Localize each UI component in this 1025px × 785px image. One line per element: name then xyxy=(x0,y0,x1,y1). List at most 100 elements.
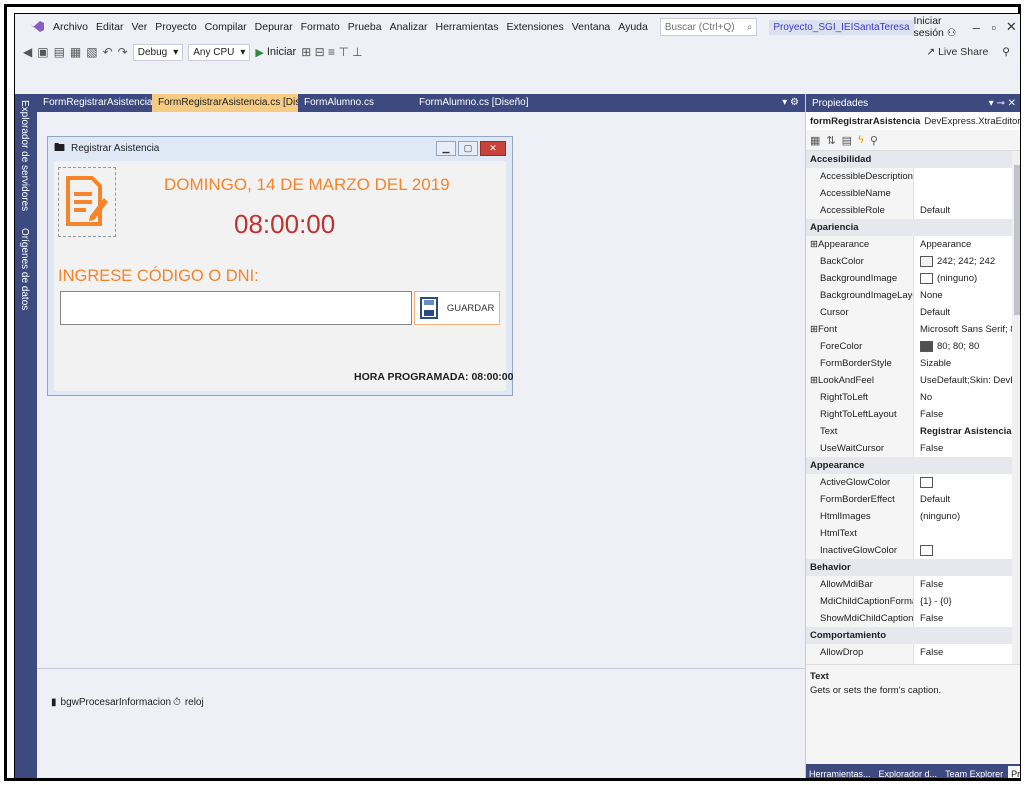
property-value[interactable]: 80; 80; 80 xyxy=(914,341,1020,352)
property-category[interactable]: Comportamiento xyxy=(806,627,1020,644)
property-value[interactable]: 242; 242; 242 xyxy=(914,256,1020,267)
property-value[interactable]: False xyxy=(914,409,1020,420)
property-row[interactable]: FormBorderStyle Sizable xyxy=(806,355,1020,372)
tab-form-registrar-cs[interactable]: FormRegistrarAsistencia.cs xyxy=(37,94,152,112)
menu-compilar[interactable]: Compilar xyxy=(205,21,247,33)
property-value[interactable]: Default xyxy=(914,494,1020,505)
property-value[interactable]: Default xyxy=(914,205,1020,216)
liveshare-button[interactable]: ↗ Live Share xyxy=(926,46,988,58)
save-button[interactable]: GUARDAR xyxy=(414,291,500,325)
designed-form[interactable]: 🖿 Registrar Asistencia ▁ ▢ ✕ DOMINGO, 14… xyxy=(47,136,513,396)
menu-extensiones[interactable]: Extensiones xyxy=(507,21,564,33)
component-bgw[interactable]: ▮ bgwProcesarInformacion xyxy=(51,697,171,708)
property-value[interactable]: False xyxy=(914,443,1020,454)
property-pages-icon[interactable]: ⚲ xyxy=(870,134,878,147)
panel-controls-icon[interactable]: ▾ ⊸ ✕ xyxy=(989,98,1016,109)
feedback-icon[interactable]: ⚲ xyxy=(1002,46,1010,58)
server-explorer-tab[interactable]: Explorador de servidores xyxy=(19,100,30,211)
save-icon[interactable]: ▦ xyxy=(70,45,81,59)
property-row[interactable]: ⊞ Font Microsoft Sans Serif; 8,25pt xyxy=(806,321,1020,338)
property-value[interactable]: None xyxy=(914,290,1020,301)
property-value[interactable]: (ninguno) xyxy=(914,273,1020,284)
property-value[interactable]: Microsoft Sans Serif; 8,25pt xyxy=(914,324,1020,335)
save-all-icon[interactable]: ▧ xyxy=(86,45,97,59)
expand-icon[interactable]: ⊞ xyxy=(810,375,818,386)
menu-editar[interactable]: Editar xyxy=(96,21,123,33)
property-category[interactable]: Apariencia xyxy=(806,219,1020,236)
minimize-button[interactable]: – xyxy=(968,20,986,35)
property-value[interactable]: Appearance xyxy=(914,239,1020,250)
new-project-icon[interactable]: ▣ xyxy=(37,45,48,59)
property-row[interactable]: AutoValidateEnablePreventFocusChange xyxy=(806,661,1020,664)
property-row[interactable]: InactiveGlowColor xyxy=(806,542,1020,559)
close-button[interactable]: ✕ xyxy=(1003,19,1020,35)
menu-herramientas[interactable]: Herramientas xyxy=(436,21,499,33)
menu-prueba[interactable]: Prueba xyxy=(348,21,382,33)
categorized-icon[interactable]: ▦ xyxy=(810,134,820,147)
code-input[interactable] xyxy=(60,291,412,325)
form-close-button[interactable]: ✕ xyxy=(480,140,506,156)
tab-toolbox[interactable]: Herramientas... xyxy=(806,766,874,778)
property-value[interactable]: UseDefault;Skin: DevExpress S xyxy=(914,375,1020,386)
properties-icon[interactable]: ▤ xyxy=(842,134,852,147)
property-value[interactable]: Registrar Asistencia xyxy=(914,426,1020,437)
component-timer[interactable]: ⏱ reloj xyxy=(173,697,204,708)
property-row[interactable]: UseWaitCursor False xyxy=(806,440,1020,457)
tab-properties[interactable]: Propiedades xyxy=(1008,766,1020,778)
menu-archivo[interactable]: Archivo xyxy=(53,21,88,33)
property-value[interactable]: Sizable xyxy=(914,358,1020,369)
events-icon[interactable]: ϟ xyxy=(858,134,864,146)
property-row[interactable]: RightToLeftLayout False xyxy=(806,406,1020,423)
config-dropdown[interactable]: Debug ▾ xyxy=(132,43,184,61)
property-grid-scrollbar[interactable] xyxy=(1012,151,1020,664)
property-row[interactable]: MdiChildCaptionFormatStri {1} - {0} xyxy=(806,593,1020,610)
property-value[interactable]: (ninguno) xyxy=(914,511,1020,522)
property-row[interactable]: AllowDrop False xyxy=(806,644,1020,661)
data-sources-tab[interactable]: Orígenes de datos xyxy=(19,228,30,310)
property-row[interactable]: Cursor Default xyxy=(806,304,1020,321)
property-row[interactable]: AccessibleRole Default xyxy=(806,202,1020,219)
property-row[interactable]: Text Registrar Asistencia xyxy=(806,423,1020,440)
property-value[interactable]: False xyxy=(914,647,1020,658)
property-row[interactable]: AllowMdiBar False xyxy=(806,576,1020,593)
property-category[interactable]: Behavior xyxy=(806,559,1020,576)
platform-dropdown[interactable]: Any CPU ▾ xyxy=(188,43,251,61)
expand-icon[interactable]: ⊞ xyxy=(810,239,818,250)
property-row[interactable]: BackColor 242; 242; 242 xyxy=(806,253,1020,270)
menu-proyecto[interactable]: Proyecto xyxy=(155,21,196,33)
property-value[interactable] xyxy=(914,545,1020,556)
signin-button[interactable]: Iniciar sesión ⚇ xyxy=(914,15,960,39)
property-value[interactable]: False xyxy=(914,579,1020,590)
tab-form-alumno-cs[interactable]: FormAlumno.cs xyxy=(298,94,413,112)
property-value[interactable]: False xyxy=(914,613,1020,624)
property-row[interactable]: HtmlImages (ninguno) xyxy=(806,508,1020,525)
property-row[interactable]: HtmlText xyxy=(806,525,1020,542)
menu-ventana[interactable]: Ventana xyxy=(572,21,611,33)
expand-icon[interactable]: ⊞ xyxy=(810,324,818,335)
form-maximize-button[interactable]: ▢ xyxy=(458,140,478,156)
property-row[interactable]: BackgroundImage (ninguno) xyxy=(806,270,1020,287)
project-name[interactable]: Proyecto_SGI_IEISantaTeresa xyxy=(769,19,914,35)
menu-ver[interactable]: Ver xyxy=(131,21,147,33)
tab-overflow-icon[interactable]: ▾ ⚙ xyxy=(782,94,805,112)
redo-icon[interactable]: ↷ xyxy=(118,45,128,59)
property-category[interactable]: Accesibilidad xyxy=(806,151,1020,168)
property-row[interactable]: ActiveGlowColor xyxy=(806,474,1020,491)
restore-button[interactable]: ▫ xyxy=(985,20,1003,35)
menu-formato[interactable]: Formato xyxy=(301,21,340,33)
property-category[interactable]: Appearance xyxy=(806,457,1020,474)
property-row[interactable]: ⊞ Appearance Appearance xyxy=(806,236,1020,253)
tab-form-registrar-design[interactable]: FormRegistrarAsistencia.cs [Diseño] ⊸ ✕ xyxy=(152,94,298,112)
tab-form-alumno-design[interactable]: FormAlumno.cs [Diseño] xyxy=(413,94,528,112)
property-row[interactable]: ShowMdiChildCaptionInPar False xyxy=(806,610,1020,627)
tab-solution-explorer[interactable]: Explorador d... xyxy=(876,766,941,778)
open-folder-icon[interactable]: ▤ xyxy=(54,45,65,59)
start-button[interactable]: ▶ Iniciar xyxy=(255,46,296,59)
menu-depurar[interactable]: Depurar xyxy=(255,21,293,33)
form-minimize-button[interactable]: ▁ xyxy=(436,140,456,156)
undo-icon[interactable]: ↶ xyxy=(103,45,113,59)
property-row[interactable]: RightToLeft No xyxy=(806,389,1020,406)
alphabetical-icon[interactable]: ⇅ xyxy=(826,134,835,147)
object-selector[interactable]: formRegistrarAsistencia DevExpress.XtraE… xyxy=(806,112,1020,130)
tab-team-explorer[interactable]: Team Explorer xyxy=(942,766,1006,778)
